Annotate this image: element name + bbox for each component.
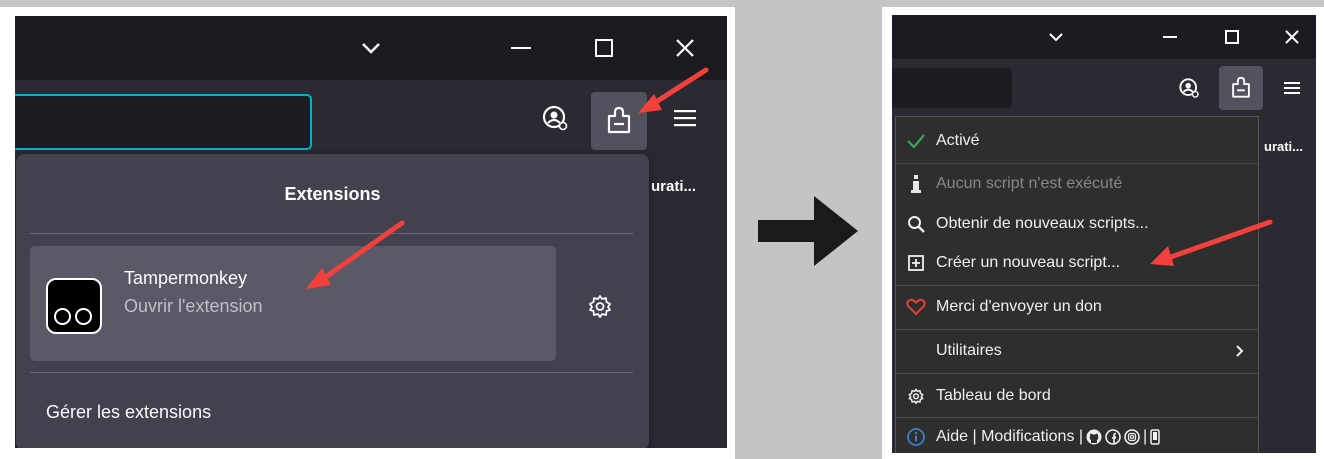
facebook-icon[interactable]	[1105, 429, 1121, 445]
menu-item-donate[interactable]: Merci d'envoyer un don	[896, 289, 1258, 325]
close-icon	[676, 39, 694, 57]
bookmark-item[interactable]: urati...	[1264, 139, 1303, 154]
bookmark-item[interactable]: urati...	[651, 178, 696, 195]
info-bold-icon	[911, 175, 921, 193]
maximize-icon	[1225, 30, 1239, 44]
menu-item-label: Merci d'envoyer un don	[936, 298, 1102, 315]
transition-arrow-icon	[758, 196, 858, 266]
gear-icon	[589, 295, 611, 318]
extension-settings-button[interactable]	[582, 288, 618, 324]
search-icon	[908, 216, 925, 233]
minimize-icon	[511, 47, 531, 49]
gear-icon	[908, 388, 924, 404]
chevron-down-icon	[362, 43, 380, 54]
tab-list-button[interactable]	[1042, 23, 1070, 51]
puzzle-icon	[1232, 76, 1250, 98]
mobile-icon[interactable]	[1150, 429, 1160, 445]
help-links-icons: |	[1086, 428, 1160, 446]
separator-pipe: |	[1143, 428, 1148, 445]
account-icon	[542, 105, 568, 131]
maximize-button[interactable]	[1218, 23, 1246, 51]
account-button[interactable]	[535, 98, 575, 138]
nav-toolbar	[892, 59, 1316, 119]
divider	[30, 372, 633, 373]
annotation-arrow-tampermonkey	[306, 220, 405, 289]
account-icon	[1179, 78, 1199, 98]
app-menu-button[interactable]	[1276, 71, 1308, 105]
chevron-right-icon	[1236, 345, 1244, 357]
menu-item-label: Tableau de bord	[936, 387, 1051, 404]
menu-item-label: Créer un nouveau script...	[936, 254, 1121, 271]
annotation-arrow-extensions-button	[638, 67, 709, 113]
annotation-arrow-new-script	[1150, 219, 1273, 266]
heart-icon	[906, 298, 926, 316]
menu-divider	[896, 373, 1258, 374]
logo-eye-right	[75, 308, 92, 325]
menu-item-utilities[interactable]: Utilitaires	[896, 333, 1258, 369]
logo-eye-left	[54, 308, 71, 325]
menu-item-no-script: Aucun script n'est exécuté	[896, 166, 1258, 202]
extensions-panel: Extensions Tampermonkey Ouvrir l'extensi…	[16, 154, 649, 448]
url-bar[interactable]	[15, 94, 312, 150]
menu-divider	[896, 285, 1258, 286]
maximize-button[interactable]	[588, 32, 620, 64]
manage-extensions-link[interactable]: Gérer les extensions	[46, 402, 211, 423]
plus-square-icon	[908, 255, 924, 271]
menu-item-dashboard[interactable]: Tableau de bord	[896, 378, 1258, 414]
maximize-icon	[595, 39, 613, 57]
instagram-icon[interactable]	[1124, 429, 1140, 445]
menu-item-enabled[interactable]: Activé	[896, 123, 1258, 159]
tampermonkey-logo	[46, 278, 102, 334]
panel-title: Extensions	[284, 184, 381, 204]
menu-item-help[interactable]: Aide | Modifications | |	[896, 419, 1258, 453]
account-button[interactable]	[1172, 71, 1206, 105]
menu-divider	[896, 163, 1258, 164]
minimize-icon	[1163, 36, 1177, 38]
extension-name: Tampermonkey	[124, 268, 248, 288]
extension-subtitle: Ouvrir l'extension	[124, 296, 263, 316]
github-icon[interactable]	[1086, 429, 1102, 445]
tab-list-button[interactable]	[355, 32, 387, 64]
tampermonkey-menu: Activé Aucun script n'est exécuté Obteni…	[895, 116, 1259, 453]
close-icon	[1285, 30, 1299, 44]
title-bar	[892, 15, 1316, 59]
info-circle-icon	[907, 428, 925, 446]
menu-item-label: Obtenir de nouveaux scripts...	[936, 215, 1149, 232]
hamburger-icon	[1284, 82, 1300, 94]
minimize-button[interactable]	[505, 32, 537, 64]
menu-item-label: Aucun script n'est exécuté	[936, 175, 1123, 192]
menu-item-label: Activé	[936, 132, 980, 149]
check-icon	[907, 134, 925, 148]
menu-divider	[896, 417, 1258, 418]
extensions-button[interactable]	[1219, 66, 1263, 110]
minimize-button[interactable]	[1156, 23, 1184, 51]
chevron-down-icon	[1049, 33, 1063, 42]
menu-item-label: Utilitaires	[936, 342, 1002, 359]
menu-item-label: Aide | Modifications |	[936, 428, 1084, 445]
url-bar[interactable]	[892, 68, 1012, 108]
close-button[interactable]	[1278, 23, 1306, 51]
menu-divider	[896, 329, 1258, 330]
